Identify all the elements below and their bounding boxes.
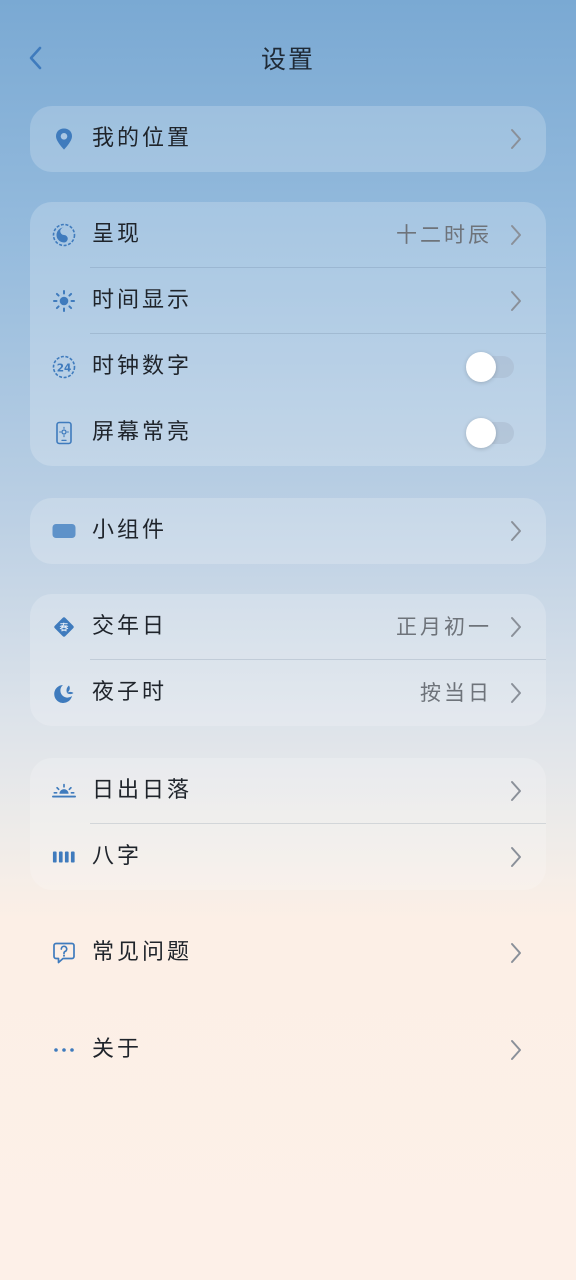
chevron-right-icon	[504, 127, 528, 151]
clock-24-icon: 24	[52, 355, 76, 379]
clock-digits-label: 时钟数字	[92, 354, 193, 379]
chevron-right-icon	[504, 519, 528, 543]
midnight-hour-label: 夜子时	[92, 680, 168, 705]
year-change-label: 交年日	[92, 614, 168, 639]
sunrise-sunset-label: 日出日落	[92, 778, 193, 803]
sun-icon	[52, 289, 76, 313]
question-bubble-icon	[52, 941, 76, 965]
sunrise-sunset-row[interactable]: 日出日落	[30, 758, 546, 824]
faq-label: 常见问题	[92, 940, 193, 965]
faq-row[interactable]: 常见问题	[30, 920, 546, 986]
time-display-label: 时间显示	[92, 288, 193, 313]
astro-card: 日出日落 八字	[30, 758, 546, 890]
chevron-right-icon	[504, 615, 528, 639]
about-row[interactable]: 关于	[30, 1017, 546, 1083]
screen-on-row: 屏幕常亮	[30, 400, 546, 466]
location-card: 我的位置	[30, 106, 546, 172]
calendar-card: 春 交年日 正月初一 夜子时 按当日	[30, 594, 546, 726]
chevron-right-icon	[504, 681, 528, 705]
about-label: 关于	[92, 1037, 143, 1062]
year-change-row[interactable]: 春 交年日 正月初一	[30, 594, 546, 660]
location-pin-icon	[52, 127, 76, 151]
moon-leaf-icon	[52, 681, 76, 705]
screen-on-label: 屏幕常亮	[92, 420, 193, 445]
presentation-label: 呈现	[92, 222, 143, 247]
faq-card: 常见问题	[30, 920, 546, 986]
svg-text:24: 24	[57, 362, 72, 374]
phone-screen-icon	[52, 421, 76, 445]
widgets-label: 小组件	[92, 518, 168, 543]
header: 设置	[0, 0, 576, 116]
midnight-hour-value: 按当日	[420, 681, 492, 705]
chevron-right-icon	[504, 941, 528, 965]
widget-icon	[52, 519, 76, 543]
chevron-right-icon	[504, 1038, 528, 1062]
toggle-knob	[466, 352, 496, 382]
my-location-label: 我的位置	[92, 126, 193, 151]
svg-text:春: 春	[59, 622, 68, 634]
sunrise-icon	[52, 779, 76, 803]
bazi-label: 八字	[92, 844, 143, 869]
chevron-right-icon	[504, 289, 528, 313]
midnight-hour-row[interactable]: 夜子时 按当日	[30, 660, 546, 726]
presentation-row[interactable]: 呈现 十二时辰	[30, 202, 546, 268]
widgets-card: 小组件	[30, 498, 546, 564]
chevron-right-icon	[504, 223, 528, 247]
time-display-row[interactable]: 时间显示	[30, 268, 546, 334]
about-card: 关于	[30, 1017, 546, 1083]
yin-yang-icon	[52, 223, 76, 247]
widgets-row[interactable]: 小组件	[30, 498, 546, 564]
more-dots-icon	[52, 1038, 76, 1062]
spring-diamond-icon: 春	[52, 615, 76, 639]
clock-digits-toggle[interactable]	[466, 352, 514, 382]
toggle-knob	[466, 418, 496, 448]
bazi-row[interactable]: 八字	[30, 824, 546, 890]
display-card: 呈现 十二时辰 时间显示 24 时钟数字 屏幕常亮	[30, 202, 546, 466]
page-title: 设置	[260, 45, 315, 74]
chevron-right-icon	[504, 779, 528, 803]
year-change-value: 正月初一	[396, 615, 492, 639]
clock-digits-row: 24 时钟数字	[30, 334, 546, 400]
presentation-value: 十二时辰	[396, 223, 492, 247]
chevron-right-icon	[504, 845, 528, 869]
screen-on-toggle[interactable]	[466, 418, 514, 448]
my-location-row[interactable]: 我的位置	[30, 106, 546, 172]
bars-icon	[52, 845, 76, 869]
